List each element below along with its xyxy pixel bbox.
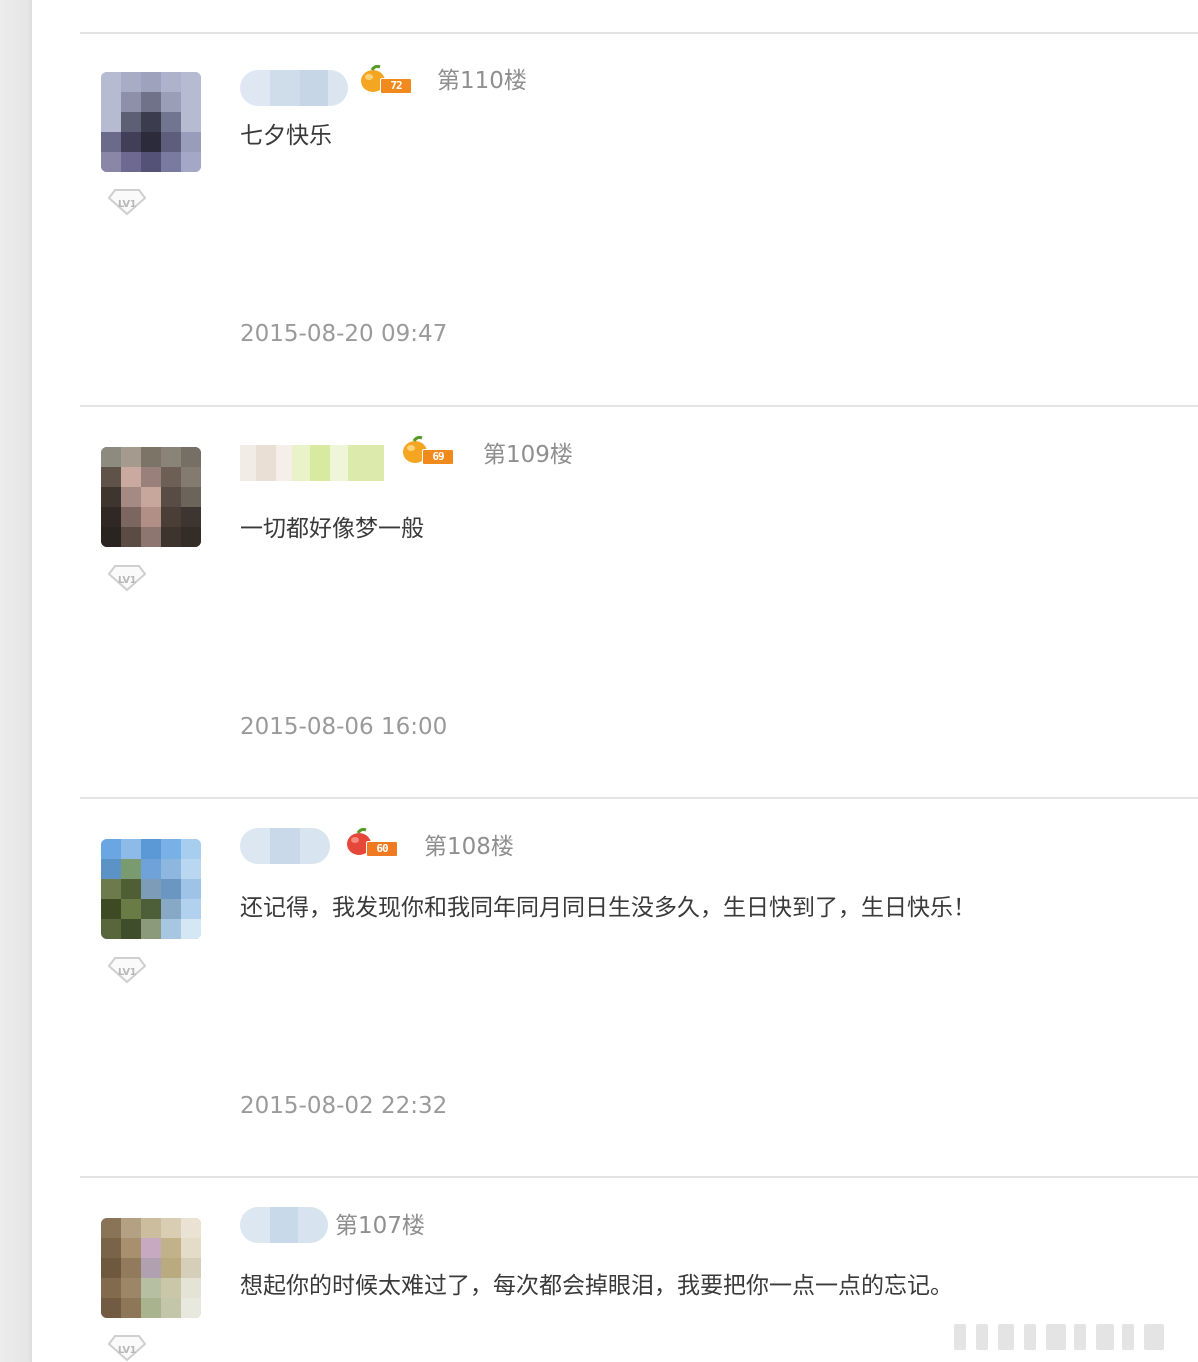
floor-number: 第108楼: [424, 834, 514, 860]
avatar[interactable]: [101, 72, 201, 172]
post-time: 2015-08-20 09:47: [240, 321, 448, 347]
post-content: 想起你的时候太难过了，每次都会掉眼泪，我要把你一点一点的忘记。: [240, 1273, 953, 1299]
post-content: 七夕快乐: [240, 123, 332, 149]
user-level-text: LV1: [117, 1345, 137, 1356]
thread-post-list: LV1 72 第110楼 七夕快乐 2015-08-20 09:47 LV1 6…: [80, 0, 1198, 1362]
user-level-text: LV1: [117, 575, 137, 586]
username-blurred[interactable]: [240, 828, 330, 864]
avatar[interactable]: [101, 1218, 201, 1318]
watermark: [954, 1318, 1184, 1354]
post-content: 还记得，我发现你和我同年同月同日生没多久，生日快到了，生日快乐！: [240, 895, 976, 921]
user-level-badge: LV1: [107, 186, 147, 216]
divider: [80, 32, 1198, 34]
fan-level-badge: 72: [358, 64, 414, 98]
divider: [80, 797, 1198, 799]
left-gutter: [0, 0, 32, 1362]
fan-level-badge: 60: [344, 827, 400, 861]
username-blurred[interactable]: [240, 70, 348, 106]
user-level-text: LV1: [117, 199, 137, 210]
floor-number: 第109楼: [483, 442, 573, 468]
username-blurred[interactable]: [240, 445, 384, 481]
avatar[interactable]: [101, 839, 201, 939]
user-level-badge: LV1: [107, 1332, 147, 1362]
post-time: 2015-08-06 16:00: [240, 714, 448, 740]
post-time: 2015-08-02 22:32: [240, 1093, 448, 1119]
fan-level-badge: 69: [400, 435, 456, 469]
floor-number: 第110楼: [437, 68, 527, 94]
username-blurred[interactable]: [240, 1207, 328, 1243]
floor-number: 第107楼: [335, 1213, 425, 1239]
user-level-text: LV1: [117, 967, 137, 978]
divider: [80, 1176, 1198, 1178]
post-content: 一切都好像梦一般: [240, 516, 424, 542]
user-level-badge: LV1: [107, 562, 147, 592]
divider: [80, 405, 1198, 407]
avatar[interactable]: [101, 447, 201, 547]
user-level-badge: LV1: [107, 954, 147, 984]
